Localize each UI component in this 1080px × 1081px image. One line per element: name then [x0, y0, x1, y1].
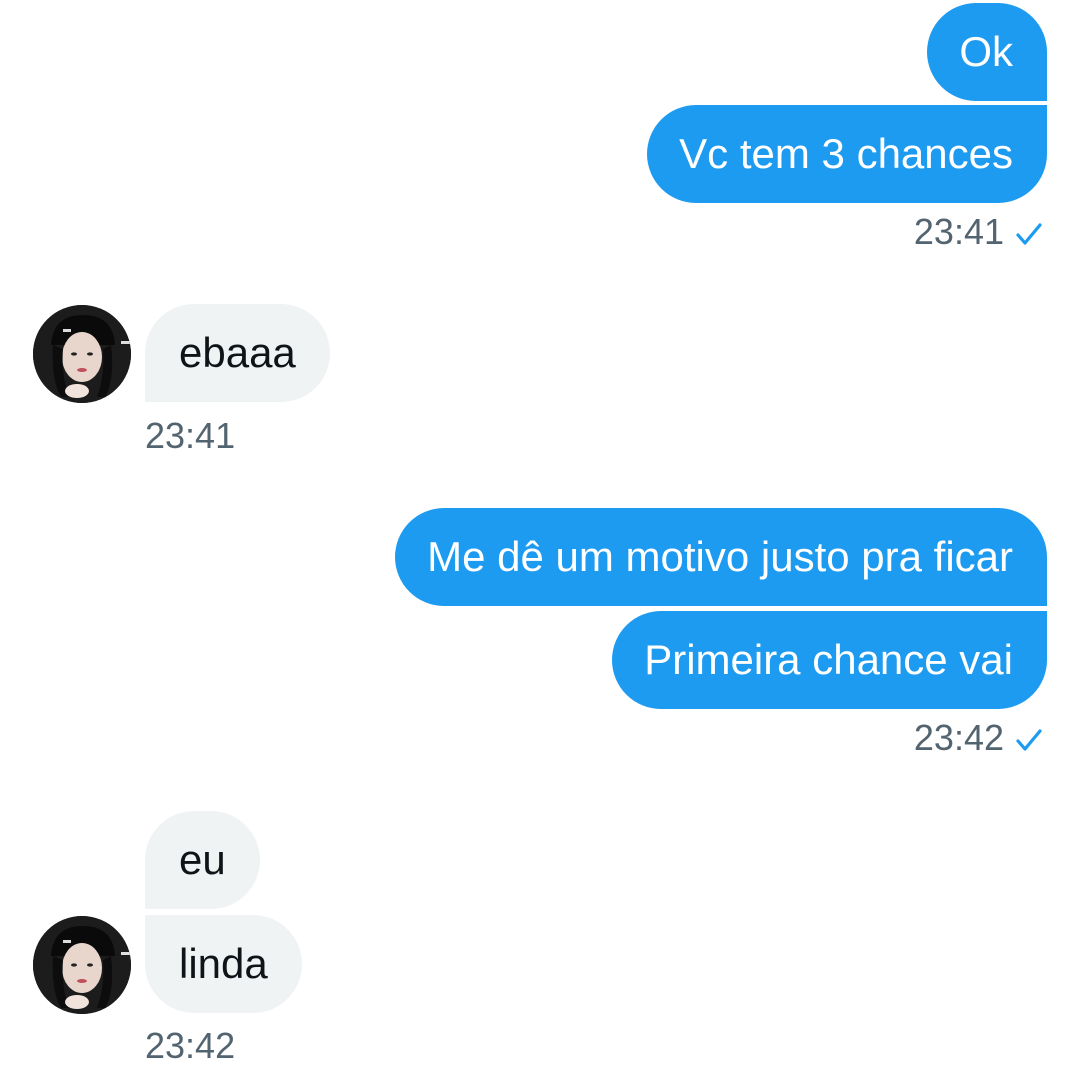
incoming-message-bubble[interactable]: ebaaa	[145, 304, 330, 402]
check-icon	[1014, 723, 1044, 753]
message-timestamp-row: 23:42	[914, 718, 1044, 758]
message-timestamp: 23:41	[145, 415, 236, 456]
message-timestamp: 23:41	[913, 211, 1004, 252]
avatar[interactable]	[33, 305, 131, 403]
message-timestamp: 23:42	[913, 717, 1004, 758]
message-timestamp-row: 23:41	[914, 212, 1044, 252]
message-thread: Ok Vc tem 3 chances 23:41 ebaaa 23:41 Me…	[0, 0, 1080, 1081]
check-icon	[1014, 217, 1044, 247]
avatar[interactable]	[33, 916, 131, 1014]
outgoing-message-bubble[interactable]: Vc tem 3 chances	[647, 105, 1047, 203]
outgoing-message-bubble[interactable]: Ok	[927, 3, 1047, 101]
message-timestamp: 23:42	[145, 1025, 236, 1066]
outgoing-message-bubble[interactable]: Primeira chance vai	[612, 611, 1047, 709]
incoming-message-bubble[interactable]: linda	[145, 915, 302, 1013]
incoming-message-bubble[interactable]: eu	[145, 811, 260, 909]
outgoing-message-bubble[interactable]: Me dê um motivo justo pra ficar	[395, 508, 1047, 606]
